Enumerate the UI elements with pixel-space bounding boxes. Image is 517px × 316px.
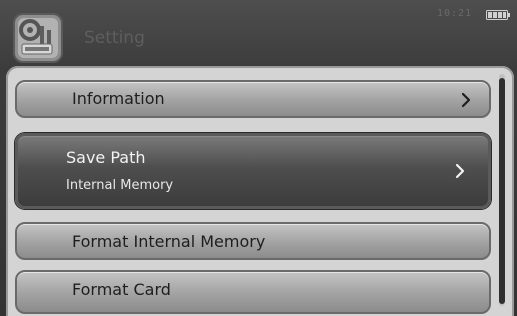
menu-item-value: Internal Memory (66, 178, 174, 193)
menu-item-label: Format Internal Memory (72, 232, 266, 251)
chevron-right-icon (461, 92, 471, 108)
menu-item-label: Format Card (72, 280, 171, 299)
menu-item-label: Save Path (66, 148, 146, 167)
clock-text: 10:21 (437, 8, 473, 19)
chevron-right-icon (455, 163, 465, 179)
battery-icon (486, 10, 510, 20)
header-bar: Setting 10:21 (0, 0, 517, 68)
menu-item-information[interactable]: Information (15, 80, 491, 118)
menu-item-format-card[interactable]: Format Card (15, 270, 491, 314)
menu-item-format-internal-memory[interactable]: Format Internal Memory (15, 222, 491, 260)
menu-item-save-path[interactable]: Save Path Internal Memory (15, 133, 491, 209)
menu-item-label: Information (72, 89, 165, 108)
settings-gear-icon (13, 13, 63, 63)
page-title: Setting (84, 28, 145, 48)
scrollbar-thumb[interactable] (499, 78, 505, 304)
settings-screen: Setting 10:21 Information Save Path Inte… (0, 0, 517, 316)
